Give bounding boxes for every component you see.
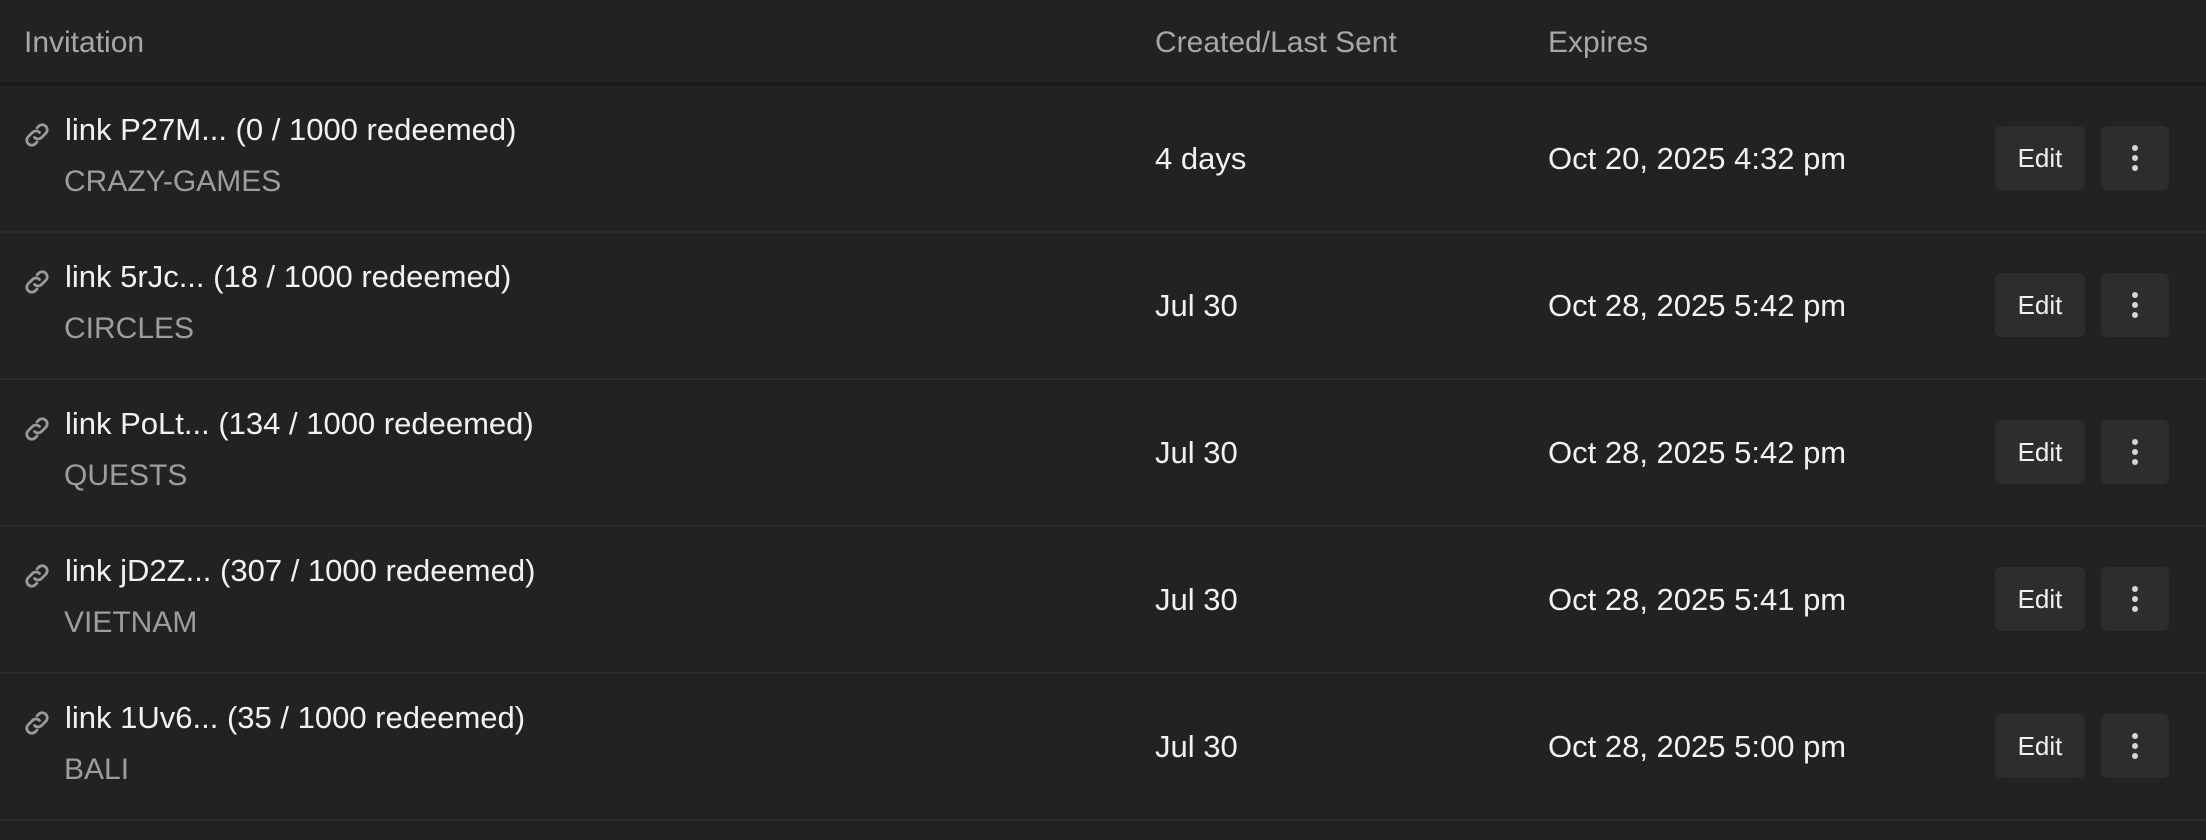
invitation-link-title[interactable]: link 1Uv6... (35 / 1000 redeemed) [65, 700, 525, 736]
invitation-link-title[interactable]: link P27M... (0 / 1000 redeemed) [65, 112, 516, 148]
link-icon [22, 267, 52, 297]
edit-button[interactable]: Edit [1995, 420, 2085, 484]
invitation-code-label: CIRCLES [64, 312, 195, 345]
link-icon [22, 708, 52, 738]
column-header-created[interactable]: Created/Last Sent [1155, 26, 1397, 60]
more-options-button[interactable] [2101, 420, 2169, 484]
more-vertical-icon [2132, 439, 2138, 465]
invitation-code-label: CRAZY-GAMES [64, 165, 282, 198]
expires-date: Oct 20, 2025 4:32 pm [1548, 141, 1847, 176]
invitation-code-label: QUESTS [64, 459, 188, 492]
invitation-link-title[interactable]: link jD2Z... (307 / 1000 redeemed) [65, 553, 535, 589]
invitations-table: Invitation Created/Last Sent Expires lin… [0, 0, 2206, 821]
created-date: Jul 30 [1155, 288, 1238, 323]
created-date: Jul 30 [1155, 729, 1238, 764]
invitation-code-label: BALI [64, 753, 130, 786]
table-row: link P27M... (0 / 1000 redeemed) CRAZY-G… [0, 86, 2206, 233]
table-header: Invitation Created/Last Sent Expires [0, 0, 2206, 86]
table-row: link 1Uv6... (35 / 1000 redeemed) BALI J… [0, 674, 2206, 821]
more-vertical-icon [2132, 292, 2138, 318]
link-icon [22, 561, 52, 591]
column-header-expires[interactable]: Expires [1548, 26, 1648, 60]
more-vertical-icon [2132, 145, 2138, 171]
edit-button[interactable]: Edit [1995, 126, 2085, 190]
edit-button[interactable]: Edit [1995, 714, 2085, 778]
invitation-link-title[interactable]: link 5rJc... (18 / 1000 redeemed) [65, 259, 511, 295]
created-date: Jul 30 [1155, 435, 1238, 470]
expires-date: Oct 28, 2025 5:41 pm [1548, 582, 1847, 617]
invitation-code-label: VIETNAM [64, 606, 198, 639]
link-icon [22, 414, 52, 444]
created-date: 4 days [1155, 141, 1247, 176]
created-date: Jul 30 [1155, 582, 1238, 617]
expires-date: Oct 28, 2025 5:00 pm [1548, 729, 1847, 764]
table-row: link jD2Z... (307 / 1000 redeemed) VIETN… [0, 527, 2206, 674]
more-options-button[interactable] [2101, 273, 2169, 337]
table-row: link 5rJc... (18 / 1000 redeemed) CIRCLE… [0, 233, 2206, 380]
more-vertical-icon [2132, 733, 2138, 759]
more-options-button[interactable] [2101, 126, 2169, 190]
table-row: link PoLt... (134 / 1000 redeemed) QUEST… [0, 380, 2206, 527]
column-header-invitation[interactable]: Invitation [24, 26, 144, 60]
edit-button[interactable]: Edit [1995, 273, 2085, 337]
more-vertical-icon [2132, 586, 2138, 612]
more-options-button[interactable] [2101, 714, 2169, 778]
expires-date: Oct 28, 2025 5:42 pm [1548, 435, 1847, 470]
expires-date: Oct 28, 2025 5:42 pm [1548, 288, 1847, 323]
invitation-link-title[interactable]: link PoLt... (134 / 1000 redeemed) [65, 406, 534, 442]
link-icon [22, 120, 52, 150]
more-options-button[interactable] [2101, 567, 2169, 631]
edit-button[interactable]: Edit [1995, 567, 2085, 631]
